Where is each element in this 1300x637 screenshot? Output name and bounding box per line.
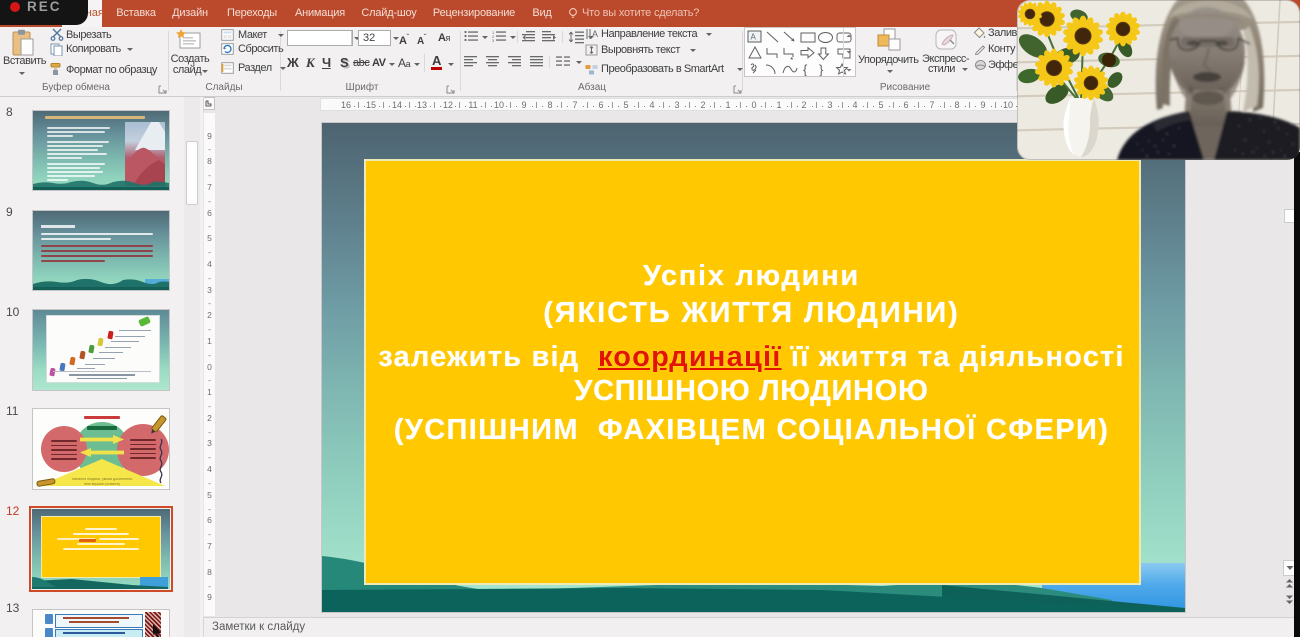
svg-text:A: A xyxy=(592,29,598,39)
svg-text:{: { xyxy=(803,62,808,76)
svg-text:}: } xyxy=(819,62,824,76)
svg-text:нею вершин розвитку: нею вершин розвитку xyxy=(84,482,120,486)
svg-text:3: 3 xyxy=(492,38,495,43)
svg-text:пізнання людини, умова досягне: пізнання людини, умова досягнення xyxy=(72,477,132,481)
svg-text:A: A xyxy=(751,33,757,42)
